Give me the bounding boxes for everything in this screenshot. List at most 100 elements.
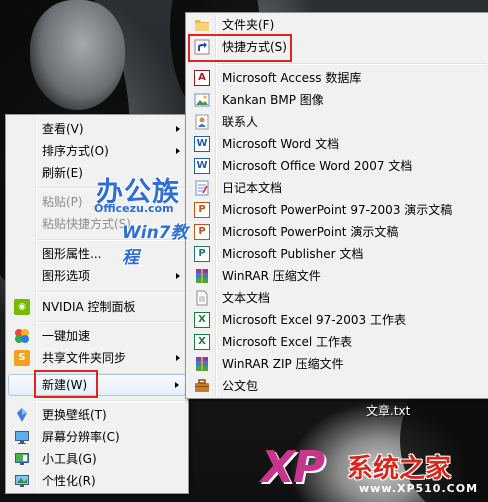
menu-item-label: 新建(W) [42,378,88,392]
submenu-item-word-2007-document[interactable]: W Microsoft Office Word 2007 文档 [188,155,487,177]
watermark-site-domain: Officezu.com [94,202,174,215]
menu-item-label: 公文包 [222,379,259,393]
submenu-item-word-document[interactable]: W Microsoft Word 文档 [188,133,487,155]
menu-item-label: 文件夹(F) [222,18,275,32]
menu-item-label: WinRAR ZIP 压缩文件 [222,357,344,371]
menu-item-label: NVIDIA 控制面板 [42,300,136,314]
submenu-item-winrar-archive[interactable]: WinRAR 压缩文件 [188,265,487,287]
journal-icon [194,180,210,196]
xp510-watermark: XP 系统之家 www.XP510.COM [255,440,488,502]
menu-item-label: WinRAR 压缩文件 [222,269,321,283]
submenu-item-shortcut[interactable]: 快捷方式(S) [188,36,487,58]
menu-item-label: 排序方式(O) [42,144,109,158]
menu-item-label: 更换壁纸(T) [42,408,107,422]
new-submenu: 文件夹(F) 快捷方式(S) A Microsoft Access 数据库 Ka… [185,12,488,399]
menu-item-label: Microsoft Access 数据库 [222,71,362,85]
desktop-file-article-txt[interactable]: 文章.txt [366,402,426,418]
menu-item-label: Kankan BMP 图像 [222,93,324,107]
menu-item-label: 联系人 [222,115,259,129]
submenu-item-publisher-document[interactable]: P Microsoft Publisher 文档 [188,243,487,265]
submenu-item-powerpoint-97-2003[interactable]: P Microsoft PowerPoint 97-2003 演示文稿 [188,199,487,221]
menu-item-label: 小工具(G) [42,452,97,466]
nvidia-icon: ◉ [14,299,30,315]
menu-item-change-wallpaper[interactable]: 更换壁纸(T) [8,404,186,426]
submenu-arrow-icon [176,126,180,132]
menu-separator [38,400,186,402]
menu-item-gadgets[interactable]: 小工具(G) [8,448,186,470]
watermark-site-subtitle: Win7教程 [122,223,188,268]
menu-item-label: Microsoft Word 文档 [222,137,340,151]
submenu-item-excel-97-2003[interactable]: X Microsoft Excel 97-2003 工作表 [188,309,487,331]
word-icon: W [194,158,210,174]
submenu-arrow-icon [176,355,180,361]
menu-item-label: 查看(V) [42,122,84,136]
watermark-site-domain: www.XP510.COM [359,482,479,495]
menu-item-label: 共享文件夹同步 [42,351,127,365]
excel-icon: X [194,334,210,350]
menu-item-nvidia-control-panel[interactable]: ◉ NVIDIA 控制面板 [8,296,186,318]
submenu-arrow-icon [175,382,179,388]
image-icon [194,92,210,108]
menu-item-new[interactable]: 新建(W) [8,374,186,396]
powerpoint-icon: P [194,224,210,240]
submenu-item-contact[interactable]: 联系人 [188,111,487,133]
menu-item-label: 文本文档 [222,291,271,305]
menu-item-label: 粘贴(P) [42,195,83,209]
briefcase-icon [194,378,210,394]
menu-item-label: Microsoft Excel 97-2003 工作表 [222,313,406,327]
word-icon: W [194,136,210,152]
menu-item-one-click-accelerate[interactable]: 一键加速 [8,325,186,347]
submenu-item-excel[interactable]: X Microsoft Excel 工作表 [188,331,487,353]
sync-icon: S [14,350,30,366]
menu-item-label: Microsoft Publisher 文档 [222,247,364,261]
menu-item-label: 刷新(E) [42,166,83,180]
menu-item-label: Microsoft PowerPoint 演示文稿 [222,225,399,239]
winrar-zip-icon [194,356,210,372]
access-icon: A [194,70,210,86]
menu-item-label: 日记本文档 [222,181,283,195]
menu-item-label: 个性化(R) [42,474,96,488]
menu-separator [38,291,186,293]
menu-item-label: Microsoft Excel 工作表 [222,335,353,349]
accelerate-icon [14,328,30,344]
wallpaper-icon [14,407,30,423]
menu-item-label: Microsoft PowerPoint 97-2003 演示文稿 [222,203,453,217]
contact-icon [194,114,210,130]
officezu-watermark: 办公族 Officezu.com Win7教程 [92,170,192,268]
folder-icon [194,17,210,33]
submenu-item-briefcase[interactable]: 公文包 [188,375,487,397]
submenu-arrow-icon [176,273,180,279]
menu-item-shared-folder-sync[interactable]: S 共享文件夹同步 [8,347,186,369]
submenu-item-winrar-zip[interactable]: WinRAR ZIP 压缩文件 [188,353,487,375]
submenu-item-folder[interactable]: 文件夹(F) [188,14,487,36]
desktop-file-label: 文章.txt [366,404,411,418]
menu-item-personalize[interactable]: 个性化(R) [8,470,186,492]
wallpaper-face-shape [30,0,125,110]
menu-item-label: 图形选项 [42,269,91,283]
watermark-site-title: 系统之家 [347,454,452,484]
submenu-item-powerpoint[interactable]: P Microsoft PowerPoint 演示文稿 [188,221,487,243]
winrar-icon [194,268,210,284]
menu-item-label: Microsoft Office Word 2007 文档 [222,159,413,173]
menu-item-view[interactable]: 查看(V) [8,118,186,140]
excel-icon: X [194,312,210,328]
shortcut-icon [194,39,210,55]
submenu-item-access-database[interactable]: A Microsoft Access 数据库 [188,67,487,89]
submenu-item-journal-document[interactable]: 日记本文档 [188,177,487,199]
menu-item-sort-by[interactable]: 排序方式(O) [8,140,186,162]
menu-item-graphics-options[interactable]: 图形选项 [8,265,186,287]
submenu-arrow-icon [176,148,180,154]
menu-separator [38,321,186,323]
submenu-item-kankan-bmp[interactable]: Kankan BMP 图像 [188,89,487,111]
text-document-icon [194,290,210,306]
menu-item-label: 一键加速 [42,329,91,343]
submenu-item-text-document[interactable]: 文本文档 [188,287,487,309]
xp-logo: XP [261,442,325,493]
menu-separator [218,63,487,65]
menu-item-label: 屏幕分辨率(C) [42,430,120,444]
publisher-icon: P [194,246,210,262]
menu-item-label: 快捷方式(S) [222,40,287,54]
gadgets-icon [14,451,30,467]
powerpoint-icon: P [194,202,210,218]
menu-item-screen-resolution[interactable]: 屏幕分辨率(C) [8,426,186,448]
